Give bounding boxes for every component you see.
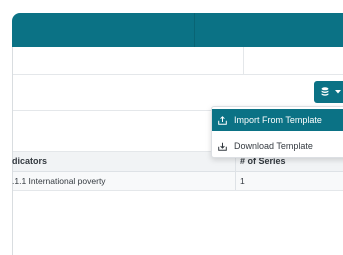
caret-down-icon [335, 90, 341, 94]
filter-divider [243, 47, 244, 74]
menu-item-download-template[interactable]: Download Template [212, 135, 343, 157]
app-header-bar [12, 13, 343, 47]
column-divider [235, 172, 236, 190]
database-icon [321, 87, 329, 97]
download-tray-icon [218, 142, 227, 151]
filter-row [13, 47, 343, 75]
table-row[interactable]: .1.1 International poverty 1 [12, 172, 343, 191]
template-dropdown-menu: Import From Template Download Template [211, 106, 343, 158]
header-divider [194, 13, 195, 47]
menu-item-label: Download Template [234, 141, 313, 151]
menu-item-label: Import From Template [234, 115, 322, 125]
indicator-cell: .1.1 International poverty [12, 176, 106, 186]
database-menu-button[interactable] [314, 81, 343, 103]
menu-item-import-from-template[interactable]: Import From Template [212, 109, 343, 131]
upload-tray-icon [218, 115, 227, 125]
series-count-cell: 1 [240, 176, 245, 186]
column-header-indicators[interactable]: dicators [12, 152, 47, 171]
